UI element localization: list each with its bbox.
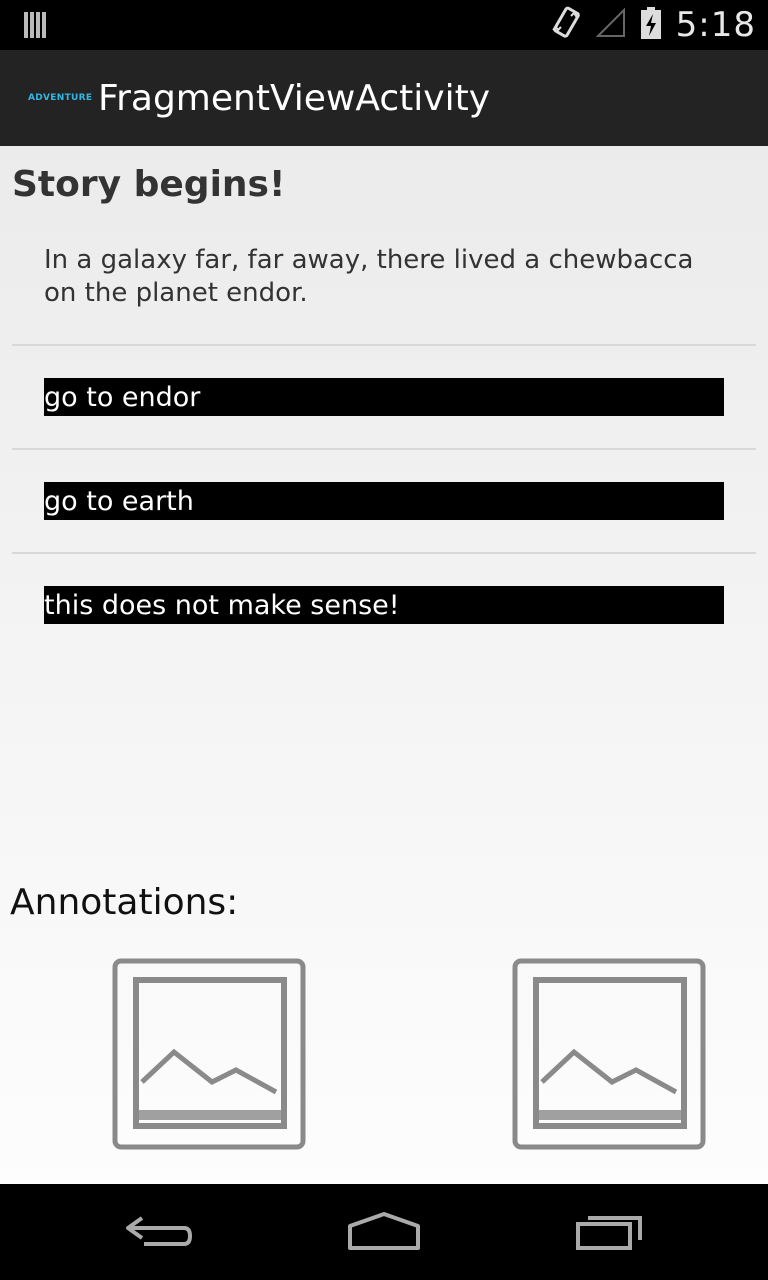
navigation-bar <box>0 1184 768 1280</box>
notification-icon <box>22 10 50 40</box>
choice-button-nonsense[interactable]: this does not make sense! <box>44 586 724 624</box>
recent-apps-icon[interactable] <box>560 1204 660 1260</box>
app-logo[interactable]: ADVENTURE <box>28 93 92 103</box>
story-content: Story begins! In a galaxy far, far away,… <box>0 146 768 1184</box>
image-placeholder-icon[interactable] <box>512 958 708 1152</box>
divider <box>12 448 756 450</box>
annotations-label: Annotations: <box>10 882 239 923</box>
story-text: In a galaxy far, far away, there lived a… <box>44 245 694 308</box>
action-bar: ADVENTURE FragmentViewActivity <box>0 50 768 148</box>
image-placeholder-icon[interactable] <box>112 958 308 1152</box>
choice-button-endor[interactable]: go to endor <box>44 378 724 416</box>
activity-title: FragmentViewActivity <box>98 78 491 119</box>
no-signal-icon <box>595 7 626 43</box>
back-icon[interactable] <box>110 1204 210 1260</box>
battery-charging-icon <box>640 6 662 45</box>
divider <box>12 344 756 346</box>
story-title: Story begins! <box>12 164 286 205</box>
status-bar: 5:18 <box>0 0 768 50</box>
divider <box>12 552 756 554</box>
vibrate-icon <box>550 6 582 45</box>
choice-button-earth[interactable]: go to earth <box>44 482 724 520</box>
home-icon[interactable] <box>334 1204 434 1260</box>
clock: 5:18 <box>675 5 756 45</box>
